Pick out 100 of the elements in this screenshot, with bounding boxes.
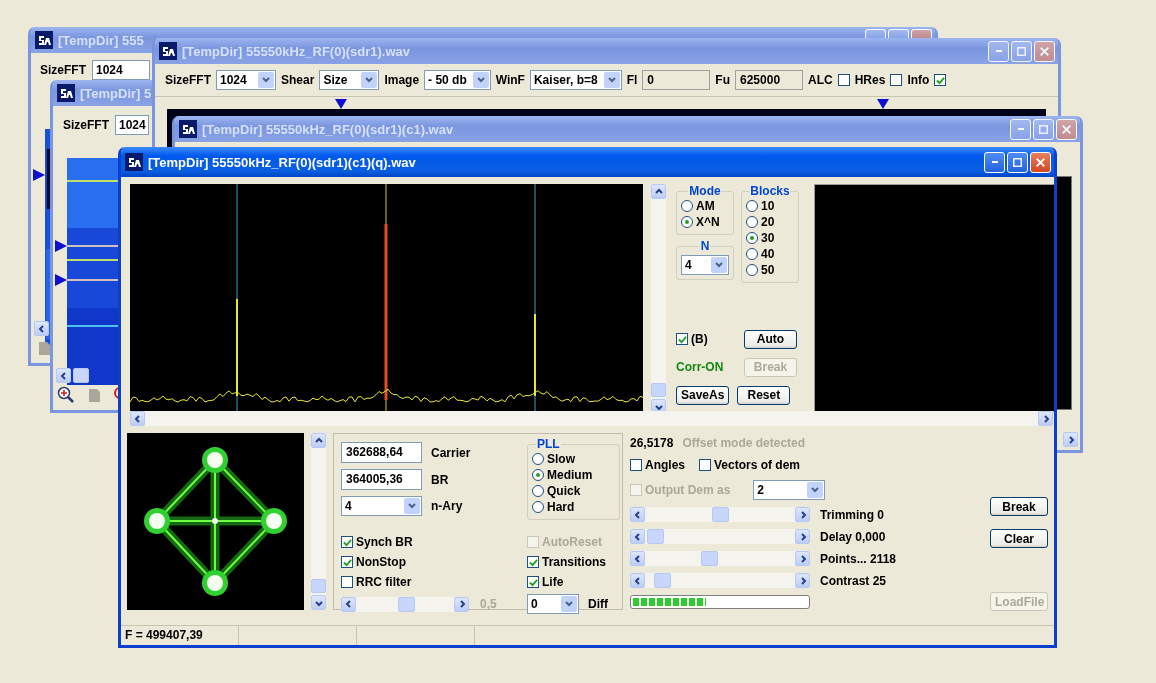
chevron-down-icon bbox=[811, 486, 820, 494]
maximize-button[interactable] bbox=[1007, 151, 1028, 173]
maximize-icon bbox=[1013, 157, 1022, 167]
chevron-down-icon bbox=[476, 76, 485, 84]
gain-slider[interactable] bbox=[341, 596, 469, 612]
size-fft-label: SizeFFT bbox=[40, 63, 86, 77]
toolbar-label: Info bbox=[907, 73, 930, 87]
action-button[interactable]: Clear bbox=[990, 529, 1048, 548]
maximize-icon bbox=[1039, 124, 1048, 134]
window-title: [TempDir] 555 bbox=[58, 32, 144, 48]
scroll-thumb[interactable] bbox=[311, 579, 326, 593]
chevron-down-icon bbox=[365, 76, 374, 84]
minimize-icon bbox=[991, 161, 998, 163]
slider-label: Points... 2118 bbox=[820, 551, 897, 566]
slider[interactable] bbox=[630, 529, 810, 544]
window-title: [TempDir] 55550kHz_RF(0)(sdr1)(c1)(q).wav bbox=[148, 154, 416, 170]
close-button[interactable] bbox=[1030, 151, 1051, 173]
field-label: Diff bbox=[588, 597, 608, 611]
app-logo-icon bbox=[179, 120, 197, 138]
diff-dropdown[interactable]: 0 bbox=[527, 594, 579, 614]
toolbar-label: Fu bbox=[715, 73, 730, 87]
checkbox-option[interactable]: Angles bbox=[630, 457, 685, 473]
window-title: [TempDir] 55550kHz_RF(0)(sdr1).wav bbox=[182, 43, 411, 59]
radio-option[interactable]: 40 bbox=[746, 246, 794, 262]
field-label: BR bbox=[431, 472, 449, 487]
marker-icon bbox=[33, 169, 45, 181]
n-dropdown[interactable]: 4 bbox=[681, 255, 729, 275]
checkbox-option[interactable]: NonStop bbox=[341, 554, 519, 570]
group-title: Blocks bbox=[749, 184, 791, 198]
scroll-up-button[interactable] bbox=[311, 433, 326, 448]
checkbox-option[interactable]: Vectors of dem bbox=[699, 457, 801, 473]
slider-label: Trimming 0 bbox=[820, 507, 884, 522]
chevron-down-icon bbox=[262, 76, 270, 84]
radio-option[interactable]: X^N bbox=[681, 214, 729, 230]
check-icon bbox=[935, 75, 945, 85]
chevron-down-icon bbox=[607, 76, 616, 84]
check-icon bbox=[677, 334, 687, 344]
toolbar-label: WinF bbox=[495, 73, 525, 87]
checkbox-option[interactable]: Synch BR bbox=[341, 534, 519, 550]
field-label: Carrier bbox=[431, 445, 471, 460]
group-title: PLL bbox=[536, 437, 561, 451]
group-title: N bbox=[699, 239, 711, 253]
status-text: F = 499407,39 bbox=[121, 626, 239, 645]
radio-option[interactable]: 30 bbox=[746, 230, 794, 246]
radio-option[interactable]: 50 bbox=[746, 262, 794, 278]
field-label: n-Ary bbox=[431, 499, 463, 513]
minimize-icon bbox=[995, 50, 1002, 52]
checkbox-option[interactable]: (B) bbox=[676, 331, 736, 347]
radio-option[interactable]: 10 bbox=[746, 198, 794, 214]
radio-option[interactable]: Medium bbox=[532, 467, 615, 483]
slider-label: Contrast 25 bbox=[820, 573, 887, 588]
number-field[interactable]: 362688,64 bbox=[341, 442, 422, 463]
radio-option[interactable]: Hard bbox=[532, 499, 615, 515]
close-icon bbox=[1062, 124, 1071, 134]
app-logo-icon bbox=[159, 42, 177, 60]
radio-option[interactable]: AM bbox=[681, 198, 729, 214]
marker-icon bbox=[55, 274, 67, 286]
app-logo-icon bbox=[125, 153, 143, 171]
minimize-button[interactable] bbox=[984, 151, 1005, 173]
radio-option[interactable]: Slow bbox=[532, 451, 615, 467]
window-title: [TempDir] 55550kHz_RF(0)(sdr1)(c1).wav bbox=[202, 121, 454, 137]
toolbar-label: SizeFFT bbox=[165, 73, 211, 87]
scroll-left-button[interactable] bbox=[130, 411, 145, 426]
chevron-down-icon bbox=[715, 261, 723, 269]
scroll-right-button[interactable] bbox=[1038, 411, 1053, 426]
chevron-down-icon bbox=[408, 502, 416, 510]
close-icon bbox=[1036, 157, 1045, 167]
radio-option[interactable]: Quick bbox=[532, 483, 615, 499]
checkbox-option[interactable]: Transitions bbox=[527, 554, 620, 570]
toolbar-label: Image bbox=[384, 73, 420, 87]
slider[interactable] bbox=[630, 551, 810, 566]
maximize-icon bbox=[1017, 46, 1026, 56]
slider-reading: 0,5 bbox=[480, 597, 497, 611]
save-as-button[interactable]: SaveAs bbox=[676, 385, 730, 405]
scroll-down-button[interactable] bbox=[311, 595, 326, 610]
window-title: [TempDir] 5 bbox=[80, 85, 152, 101]
auto-button[interactable]: Auto bbox=[744, 329, 797, 349]
toolbar-label: Shear bbox=[281, 73, 315, 87]
slider[interactable] bbox=[630, 507, 810, 522]
reset-button[interactable]: Reset bbox=[737, 385, 791, 405]
correction-status: Corr-ON bbox=[676, 360, 725, 374]
scroll-up-button[interactable] bbox=[651, 184, 666, 199]
toolbar-label: Fl bbox=[626, 73, 638, 87]
toolbar-label: HRes bbox=[854, 73, 886, 87]
size-fft-label: SizeFFT bbox=[63, 118, 109, 132]
radio-option[interactable]: 20 bbox=[746, 214, 794, 230]
slider[interactable] bbox=[630, 573, 810, 588]
number-field[interactable]: 364005,36 bbox=[341, 469, 422, 490]
dropdown[interactable]: 4 bbox=[341, 496, 422, 516]
marker-icon bbox=[55, 240, 67, 252]
action-button[interactable]: Break bbox=[990, 497, 1048, 516]
chevron-down-icon bbox=[565, 600, 573, 608]
offset-message: Offset mode detected bbox=[682, 436, 806, 450]
checkbox-option[interactable]: RRC filter bbox=[341, 574, 519, 590]
checkbox-option[interactable]: Life bbox=[527, 574, 620, 590]
close-icon bbox=[1040, 46, 1049, 56]
app-logo-icon bbox=[35, 31, 53, 49]
offset-value: 26,5178 bbox=[630, 436, 674, 450]
scroll-thumb[interactable] bbox=[651, 383, 666, 397]
group-title: Mode bbox=[688, 184, 722, 198]
